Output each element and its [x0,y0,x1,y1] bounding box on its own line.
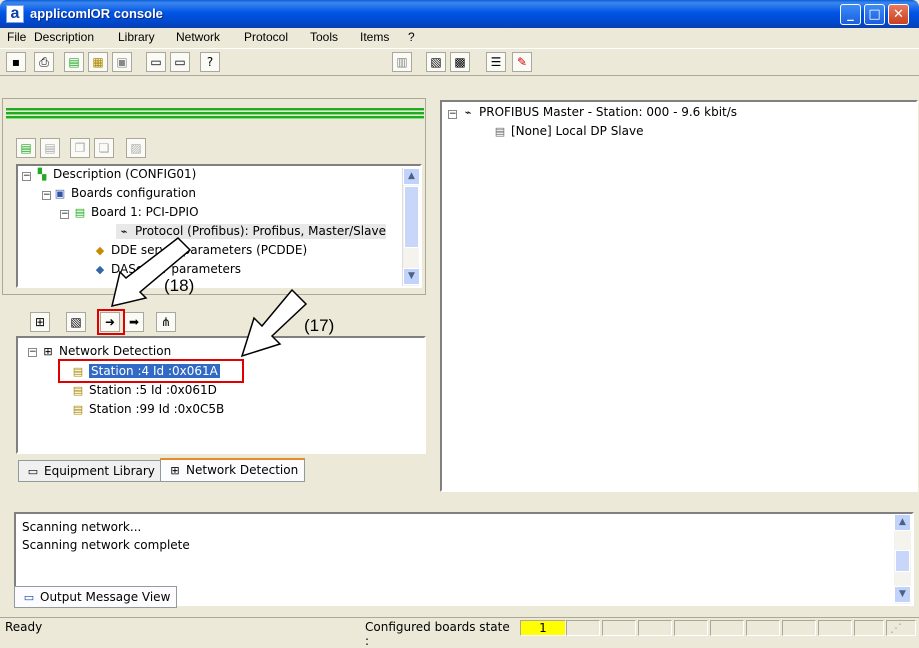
annotation-label-17: (17) [304,316,335,335]
annotation-arrows [110,237,308,358]
annotation-label-18: (18) [164,276,195,295]
arrow-17-icon [240,288,308,358]
